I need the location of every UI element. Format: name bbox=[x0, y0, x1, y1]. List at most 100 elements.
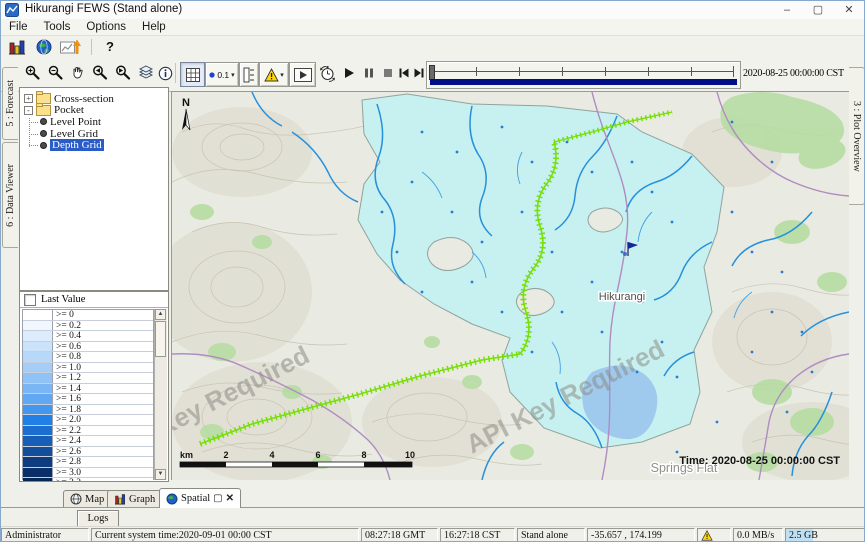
bullet-icon bbox=[40, 130, 47, 137]
folder-icon bbox=[36, 105, 51, 116]
tab-data-viewer[interactable]: 6 : Data Viewer bbox=[2, 142, 18, 248]
tab-map[interactable]: Map bbox=[63, 490, 111, 507]
minimize-button[interactable]: – bbox=[772, 2, 802, 18]
tab-forecast[interactable]: 5 : Forecast bbox=[2, 67, 18, 140]
app-icon bbox=[5, 3, 19, 17]
timeline-period-bar bbox=[430, 79, 737, 85]
help-icon[interactable]: ? bbox=[101, 37, 119, 56]
map-time-label: Time: 2020-08-25 00:00:00 CST bbox=[679, 455, 840, 467]
menu-help[interactable]: Help bbox=[142, 21, 166, 33]
status-warning-cell[interactable] bbox=[697, 528, 731, 542]
legend-row[interactable]: >= 0.6 bbox=[23, 342, 153, 353]
scroll-down-icon[interactable]: ▼ bbox=[155, 469, 166, 480]
legend-row[interactable]: >= 0 bbox=[23, 310, 153, 321]
tree-node-depth-grid[interactable]: Depth Grid bbox=[20, 139, 168, 151]
map-display-icon[interactable] bbox=[34, 38, 54, 56]
tree-node-pocket[interactable]: - Pocket bbox=[20, 105, 168, 117]
svg-text:6: 6 bbox=[315, 450, 320, 460]
explorer-icon[interactable] bbox=[7, 38, 27, 56]
status-network-rate: 0.0 MB/s bbox=[733, 528, 783, 542]
layers-icon[interactable] bbox=[137, 63, 155, 83]
legend-row[interactable]: >= 2.0 bbox=[23, 415, 153, 426]
legend-row[interactable]: >= 1.0 bbox=[23, 363, 153, 374]
menu-tools[interactable]: Tools bbox=[44, 21, 71, 33]
legend-row[interactable]: >= 2.2 bbox=[23, 426, 153, 437]
legend-row-label: >= 2.2 bbox=[53, 426, 153, 436]
legend-row-label: >= 0.6 bbox=[53, 342, 153, 352]
threshold-value-dropdown[interactable]: 0.1 ▾ bbox=[205, 62, 239, 87]
legend-toggle-button[interactable] bbox=[239, 62, 259, 87]
status-user: Administrator bbox=[1, 528, 89, 542]
town-label-hikurangi: Hikurangi bbox=[599, 291, 645, 303]
step-forward-button[interactable] bbox=[412, 65, 426, 81]
map-view[interactable]: API Key Required API Key Required Hikura… bbox=[171, 91, 849, 480]
zoom-out-icon[interactable] bbox=[46, 63, 66, 83]
bottom-tab-bar: Map Graph Spatial ▢ ✕ bbox=[1, 488, 864, 508]
grid-display-button[interactable] bbox=[180, 62, 205, 87]
tree-node-level-grid[interactable]: Level Grid bbox=[20, 128, 168, 140]
legend-row[interactable]: >= 1.6 bbox=[23, 394, 153, 405]
legend-row-label: >= 2.6 bbox=[53, 447, 153, 457]
tab-graph[interactable]: Graph bbox=[107, 490, 162, 507]
svg-text:2: 2 bbox=[223, 450, 228, 460]
pan-hand-icon[interactable] bbox=[68, 63, 88, 83]
legend-row[interactable]: >= 2.4 bbox=[23, 436, 153, 447]
stop-button[interactable] bbox=[380, 65, 396, 81]
timeline-slider[interactable] bbox=[426, 61, 741, 89]
legend-row-label: >= 1.8 bbox=[53, 405, 153, 415]
legend-row[interactable]: >= 0.2 bbox=[23, 321, 153, 332]
memory-label: 2.5 GB bbox=[789, 530, 818, 541]
legend-row[interactable]: >= 0.8 bbox=[23, 352, 153, 363]
tree-node-level-point[interactable]: Level Point bbox=[20, 116, 168, 128]
tree-node-label: Level Point bbox=[50, 116, 101, 128]
scale-unit: km bbox=[180, 450, 193, 460]
status-mode: Stand alone bbox=[517, 528, 585, 542]
tab-forecast-label: 5 : Forecast bbox=[5, 80, 16, 127]
scroll-up-icon[interactable]: ▲ bbox=[155, 309, 166, 320]
tab-plot-overview[interactable]: 3 : Plot Overview bbox=[849, 67, 865, 205]
legend-row[interactable]: >= 2.8 bbox=[23, 457, 153, 468]
last-value-checkbox[interactable] bbox=[24, 294, 36, 306]
bullet-icon bbox=[40, 118, 47, 125]
legend-row[interactable]: >= 1.2 bbox=[23, 373, 153, 384]
legend-row[interactable]: >= 3.0 bbox=[23, 468, 153, 479]
step-back-button[interactable] bbox=[397, 65, 411, 81]
zoom-in-icon[interactable] bbox=[23, 63, 43, 83]
legend-row[interactable]: >= 3.2 bbox=[23, 478, 153, 482]
legend-panel: Last Value >= 0 >= 0.2 >= 0.4 >= 0.6 >= … bbox=[19, 291, 169, 482]
tab-spatial[interactable]: Spatial ▢ ✕ bbox=[159, 488, 241, 508]
menu-options[interactable]: Options bbox=[86, 21, 126, 33]
logs-button[interactable]: Logs bbox=[77, 510, 119, 527]
scrollbar-thumb[interactable] bbox=[155, 321, 166, 357]
animation-timer-icon[interactable] bbox=[317, 63, 337, 83]
legend-row[interactable]: >= 0.4 bbox=[23, 331, 153, 342]
close-button[interactable]: ✕ bbox=[834, 2, 864, 18]
legend-swatch bbox=[23, 436, 53, 446]
legend-swatch bbox=[23, 478, 53, 482]
pause-button[interactable] bbox=[361, 65, 377, 81]
legend-row[interactable]: >= 2.6 bbox=[23, 447, 153, 458]
svg-text:N: N bbox=[182, 97, 190, 109]
legend-row[interactable]: >= 1.4 bbox=[23, 384, 153, 395]
warning-threshold-dropdown[interactable]: ▾ bbox=[259, 62, 289, 87]
threshold-value: 0.1 bbox=[217, 70, 229, 80]
play-button[interactable] bbox=[341, 65, 357, 81]
legend-scrollbar[interactable]: ▲ ▼ bbox=[154, 309, 167, 480]
timeline-datetime: 2020-08-25 00:00:00 CST bbox=[743, 68, 844, 79]
legend-row[interactable]: >= 1.8 bbox=[23, 405, 153, 416]
zoom-previous-icon[interactable] bbox=[90, 63, 110, 83]
timeseries-display-icon[interactable] bbox=[59, 38, 83, 56]
tree-node-label-selected: Depth Grid bbox=[50, 139, 104, 151]
timeline-handle[interactable] bbox=[429, 65, 435, 80]
float-panel-icon[interactable]: ▢ bbox=[213, 494, 222, 504]
menu-file[interactable]: File bbox=[9, 21, 28, 33]
zoom-next-icon[interactable] bbox=[113, 63, 133, 83]
maximize-button[interactable]: ▢ bbox=[803, 2, 833, 18]
collapse-icon[interactable]: - bbox=[24, 106, 33, 115]
expand-icon[interactable]: + bbox=[24, 94, 33, 103]
chevron-down-icon: ▾ bbox=[231, 71, 235, 79]
info-icon[interactable] bbox=[156, 63, 174, 83]
animation-movie-button[interactable] bbox=[289, 62, 316, 87]
close-panel-icon[interactable]: ✕ bbox=[226, 494, 234, 504]
legend-swatch bbox=[23, 342, 53, 352]
